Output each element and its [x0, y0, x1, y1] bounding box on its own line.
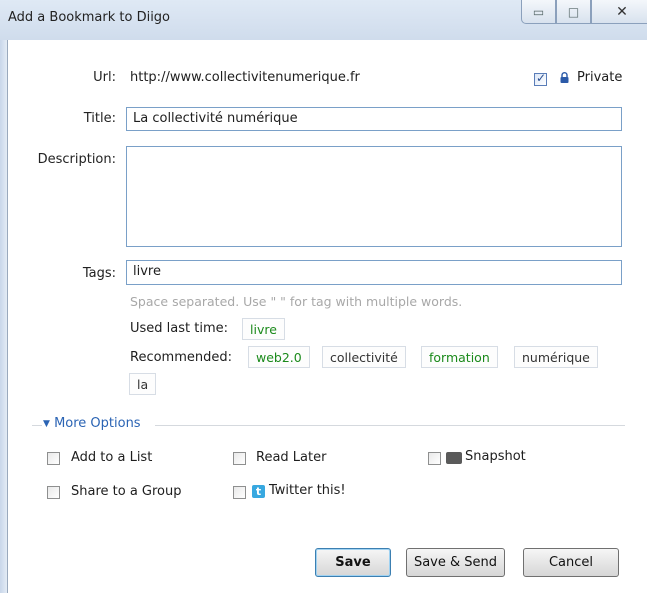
- tag-recommended-numerique[interactable]: numérique: [514, 346, 598, 368]
- close-button[interactable]: ✕: [591, 0, 647, 24]
- cancel-button[interactable]: Cancel: [523, 548, 619, 577]
- save-and-send-button[interactable]: Save & Send: [406, 548, 505, 577]
- tags-input[interactable]: livre: [126, 260, 622, 285]
- tag-recommended-la[interactable]: la: [129, 373, 157, 395]
- tag-recommended-web20[interactable]: web2.0: [248, 346, 310, 368]
- share-to-group-checkbox[interactable]: [47, 486, 60, 499]
- url-label: Url:: [93, 70, 116, 85]
- window-left-frame: [0, 40, 8, 593]
- tags-hint: Space separated. Use " " for tag with mu…: [130, 294, 463, 309]
- description-textarea[interactable]: [126, 146, 622, 247]
- camera-icon: [446, 452, 462, 464]
- window-titlebar[interactable]: Add a Bookmark to Diigo ▭ □ ✕: [0, 0, 647, 40]
- add-to-list-checkbox[interactable]: [47, 452, 60, 465]
- tags-label: Tags:: [82, 266, 116, 281]
- save-button[interactable]: Save: [315, 548, 391, 577]
- snapshot-checkbox[interactable]: [428, 452, 441, 465]
- maximize-icon: □: [567, 4, 580, 19]
- twitter-checkbox[interactable]: [233, 486, 246, 499]
- more-options-divider-right: [155, 425, 625, 426]
- tag-used-livre[interactable]: livre: [242, 318, 285, 340]
- private-label: Private: [577, 70, 623, 85]
- tag-recommended-formation[interactable]: formation: [421, 346, 498, 368]
- minimize-icon: ▭: [532, 4, 545, 19]
- read-later-checkbox[interactable]: [233, 452, 246, 465]
- read-later-label: Read Later: [256, 450, 327, 465]
- description-label: Description:: [37, 152, 116, 167]
- close-icon: ✕: [616, 3, 628, 20]
- title-input[interactable]: La collectivité numérique: [126, 107, 622, 131]
- more-options-toggle[interactable]: ▼ More Options: [43, 416, 141, 431]
- twitter-this-label: Twitter this!: [269, 483, 346, 498]
- more-options-divider-left: [32, 425, 42, 426]
- url-value: http://www.collectivitenumerique.fr: [130, 70, 360, 85]
- window-title: Add a Bookmark to Diigo: [8, 10, 171, 25]
- tag-recommended-collectivite[interactable]: collectivité: [322, 346, 406, 368]
- window-controls: ▭ □ ✕: [521, 0, 647, 24]
- minimize-button[interactable]: ▭: [521, 0, 556, 24]
- used-last-time-label: Used last time:: [130, 321, 229, 336]
- snapshot-label: Snapshot: [465, 449, 526, 464]
- triangle-down-icon: ▼: [43, 419, 50, 429]
- title-label: Title:: [83, 111, 116, 126]
- private-checkbox[interactable]: [534, 71, 547, 86]
- lock-icon: [560, 72, 569, 83]
- twitter-icon: t: [252, 485, 265, 498]
- share-to-group-label: Share to a Group: [71, 484, 182, 499]
- maximize-button[interactable]: □: [556, 0, 591, 24]
- recommended-label: Recommended:: [130, 350, 232, 365]
- add-to-list-label: Add to a List: [71, 450, 153, 465]
